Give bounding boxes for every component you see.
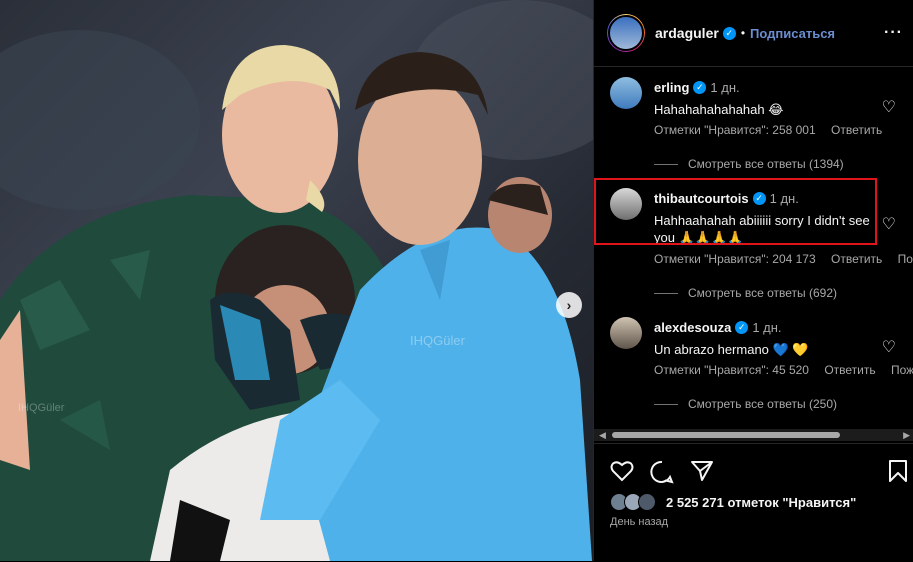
more-options-icon[interactable]: ··· xyxy=(884,24,903,42)
post-side-panel: ardaguler ✓ • Подписаться ··· erling ✓ 1 д… xyxy=(593,0,913,561)
bookmark-icon[interactable] xyxy=(888,460,908,482)
post-photo[interactable]: IHQGüler IHQGüler › xyxy=(0,0,593,561)
comment-extra[interactable]: Пож xyxy=(898,252,913,266)
heart-icon[interactable]: ♡ xyxy=(882,337,896,357)
highlight-box xyxy=(594,178,877,245)
view-replies[interactable]: Смотреть все ответы (250) xyxy=(654,397,837,411)
liker-avatar xyxy=(638,493,656,511)
comment-username[interactable]: erling xyxy=(654,80,689,95)
likes-count[interactable]: 2 525 271 отметок "Нравится" xyxy=(666,495,856,510)
author-username[interactable]: ardaguler xyxy=(655,25,719,41)
heart-icon[interactable]: ♡ xyxy=(882,97,896,117)
comments-list: erling ✓ 1 дн. Hahahahahahahah 😂 ♡ Отметки… xyxy=(594,67,913,427)
view-replies-label: Смотреть все ответы (250) xyxy=(688,397,837,411)
comment-username[interactable]: alexdesouza xyxy=(654,320,731,335)
reply-button[interactable]: Ответить xyxy=(824,363,875,377)
watermark-small: IHQGüler xyxy=(18,402,65,414)
horizontal-scrollbar[interactable]: ◀ ▶ xyxy=(594,429,913,441)
share-icon[interactable] xyxy=(690,460,714,482)
next-photo-button[interactable]: › xyxy=(556,292,582,318)
verified-badge-icon: ✓ xyxy=(722,26,736,40)
heart-icon[interactable] xyxy=(610,460,634,482)
follow-button[interactable]: Подписаться xyxy=(750,26,835,41)
scroll-right-icon[interactable]: ▶ xyxy=(903,430,910,441)
post-actions: 2 525 271 отметок "Нравится" День назад xyxy=(594,443,913,562)
comment-likes[interactable]: Отметки "Нравится": 45 520 xyxy=(654,363,809,377)
comment-text: Hahahahahahahah 😂 xyxy=(654,102,784,117)
comment-icon[interactable] xyxy=(650,460,674,484)
view-replies-label: Смотреть все ответы (1394) xyxy=(688,157,844,171)
photo-illustration xyxy=(0,0,593,561)
post-date: День назад xyxy=(610,516,669,528)
comment-likes[interactable]: Отметки "Нравится": 258 001 xyxy=(654,123,816,137)
separator-dot: • xyxy=(740,26,746,40)
scrollbar-thumb[interactable] xyxy=(612,432,840,438)
chevron-right-icon: › xyxy=(566,297,572,313)
comment-likes[interactable]: Отметки "Нравится": 204 173 xyxy=(654,252,816,266)
reply-button[interactable]: Ответить xyxy=(831,252,882,266)
verified-badge-icon: ✓ xyxy=(693,81,707,95)
author-avatar[interactable] xyxy=(607,14,645,52)
view-replies[interactable]: Смотреть все ответы (692) xyxy=(654,286,837,300)
reply-button[interactable]: Ответить xyxy=(831,123,882,137)
likes-summary[interactable]: 2 525 271 отметок "Нравится" xyxy=(610,493,856,511)
comment-avatar[interactable] xyxy=(610,317,642,349)
comment-time: 1 дн. xyxy=(752,320,782,335)
comment-text: Un abrazo hermano 💙 💛 xyxy=(654,342,809,357)
view-replies[interactable]: Смотреть все ответы (1394) xyxy=(654,157,844,171)
heart-icon[interactable]: ♡ xyxy=(882,214,896,234)
watermark: IHQGüler xyxy=(410,333,465,348)
view-replies-label: Смотреть все ответы (692) xyxy=(688,286,837,300)
scroll-left-icon[interactable]: ◀ xyxy=(599,430,606,441)
verified-badge-icon: ✓ xyxy=(735,321,749,335)
comment-extra[interactable]: Пож xyxy=(891,363,913,377)
comment-time: 1 дн. xyxy=(710,80,740,95)
comment-avatar[interactable] xyxy=(610,77,642,109)
post-header: ardaguler ✓ • Подписаться ··· xyxy=(594,0,913,67)
